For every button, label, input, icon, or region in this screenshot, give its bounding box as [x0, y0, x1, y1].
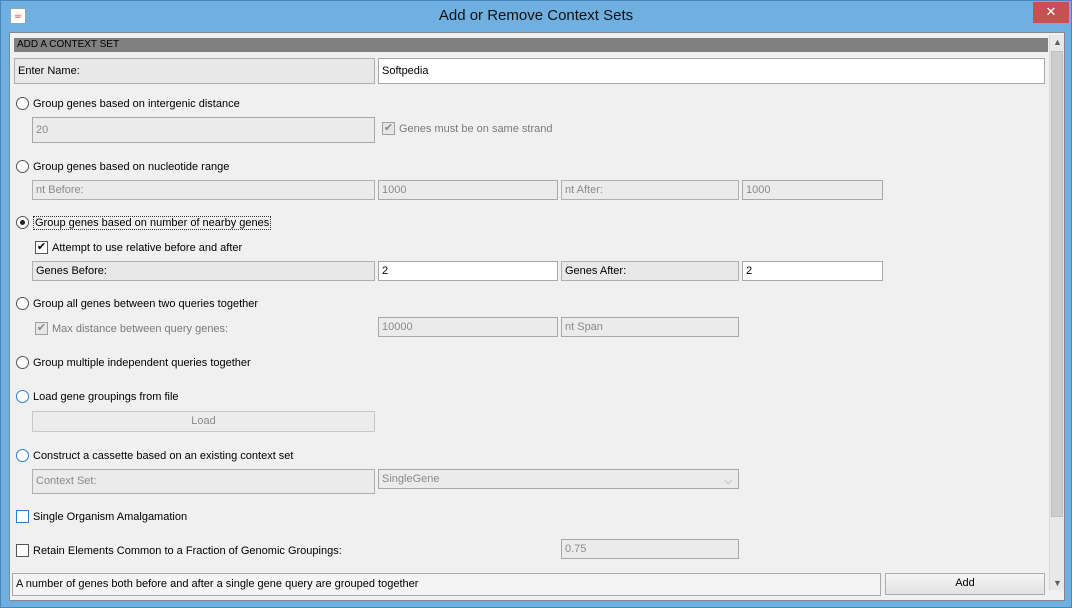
radio-intergenic-label: Group genes based on intergenic distance — [33, 98, 240, 111]
radio-button[interactable] — [16, 355, 29, 369]
chevron-down-icon: ⌵ — [724, 476, 732, 487]
radio-button[interactable] — [16, 96, 29, 110]
radio-nucleotide-range[interactable]: Group genes based on nucleotide range — [16, 159, 229, 175]
checkbox-box[interactable] — [16, 543, 29, 557]
dialog-window: ☕ Add or Remove Context Sets ✕ ADD A CON… — [0, 0, 1072, 608]
retain-fraction-input[interactable]: 0.75 — [561, 539, 739, 559]
radio-nucleotide-label: Group genes based on nucleotide range — [33, 161, 230, 174]
dialog-content: ADD A CONTEXT SET Enter Name: Softpedia … — [9, 32, 1065, 601]
enter-name-label: Enter Name: — [14, 58, 375, 84]
nt-span-input[interactable]: nt Span — [561, 317, 739, 337]
radio-button[interactable] — [16, 448, 29, 462]
radio-nearby-label: Group genes based on number of nearby ge… — [33, 216, 272, 231]
max-distance-checkbox[interactable]: ✔ Max distance between query genes: — [35, 321, 228, 337]
relative-before-after-label: Attempt to use relative before and after — [52, 242, 243, 255]
radio-button[interactable] — [16, 296, 29, 310]
relative-before-after-checkbox[interactable]: ✔ Attempt to use relative before and afte… — [35, 240, 242, 256]
section-header: ADD A CONTEXT SET — [14, 38, 1048, 52]
scroll-up-icon[interactable]: ▲ — [1050, 35, 1065, 49]
max-distance-label: Max distance between query genes: — [52, 323, 229, 336]
radio-cassette-label: Construct a cassette based on an existin… — [33, 450, 294, 463]
genes-before-input[interactable]: 2 — [378, 261, 558, 281]
genes-after-label: Genes After: — [561, 261, 739, 281]
retain-elements-label: Retain Elements Common to a Fraction of … — [33, 545, 342, 558]
nt-before-label: nt Before: — [32, 180, 375, 200]
single-organism-label: Single Organism Amalgamation — [33, 511, 188, 524]
context-set-value: SingleGene — [382, 473, 440, 485]
radio-button[interactable] — [16, 389, 29, 403]
genes-before-label: Genes Before: — [32, 261, 375, 281]
radio-button[interactable] — [16, 159, 29, 173]
radio-between-label: Group all genes between two queries toge… — [33, 298, 259, 311]
radio-file-label: Load gene groupings from file — [33, 391, 179, 404]
nt-after-input[interactable]: 1000 — [742, 180, 883, 200]
title-bar[interactable]: ☕ Add or Remove Context Sets ✕ — [1, 1, 1071, 31]
intergenic-distance-input[interactable]: 20 — [32, 117, 375, 143]
retain-elements-checkbox[interactable]: Retain Elements Common to a Fraction of … — [16, 543, 342, 559]
same-strand-label: Genes must be on same strand — [399, 123, 553, 136]
nt-before-input[interactable]: 1000 — [378, 180, 558, 200]
radio-nearby-genes[interactable]: Group genes based on number of nearby ge… — [16, 215, 272, 231]
same-strand-checkbox[interactable]: ✔ Genes must be on same strand — [382, 121, 552, 137]
single-organism-checkbox[interactable]: Single Organism Amalgamation — [16, 509, 187, 525]
radio-load-from-file[interactable]: Load gene groupings from file — [16, 389, 179, 405]
context-set-dropdown[interactable]: SingleGene ⌵ — [378, 469, 739, 489]
window-title: Add or Remove Context Sets — [438, 7, 634, 24]
radio-independent-label: Group multiple independent queries toget… — [33, 357, 251, 370]
close-button[interactable]: ✕ — [1033, 2, 1069, 23]
scroll-down-icon[interactable]: ▼ — [1050, 576, 1065, 590]
radio-between-queries[interactable]: Group all genes between two queries toge… — [16, 296, 258, 312]
description-field: A number of genes both before and after … — [12, 573, 881, 596]
max-distance-input[interactable]: 10000 — [378, 317, 558, 337]
vertical-scroll-thumb[interactable] — [1051, 51, 1063, 517]
add-button[interactable]: Add — [885, 573, 1045, 595]
radio-independent-queries[interactable]: Group multiple independent queries toget… — [16, 355, 251, 371]
nt-after-label: nt After: — [561, 180, 739, 200]
scroll-area: ADD A CONTEXT SET Enter Name: Softpedia … — [12, 35, 1048, 572]
checkmark-icon[interactable]: ✔ — [35, 321, 48, 335]
checkmark-icon[interactable]: ✔ — [382, 121, 395, 135]
radio-construct-cassette[interactable]: Construct a cassette based on an existin… — [16, 448, 293, 464]
load-button[interactable]: Load — [32, 411, 375, 432]
vertical-scrollbar[interactable]: ▲ ▼ — [1049, 35, 1064, 590]
context-set-label: Context Set: — [32, 469, 375, 494]
radio-button-selected[interactable] — [16, 215, 29, 229]
radio-intergenic-distance[interactable]: Group genes based on intergenic distance — [16, 96, 240, 112]
checkmark-icon[interactable]: ✔ — [35, 240, 48, 254]
genes-after-input[interactable]: 2 — [742, 261, 883, 281]
checkbox-box[interactable] — [16, 509, 29, 523]
name-input[interactable]: Softpedia — [378, 58, 1045, 84]
